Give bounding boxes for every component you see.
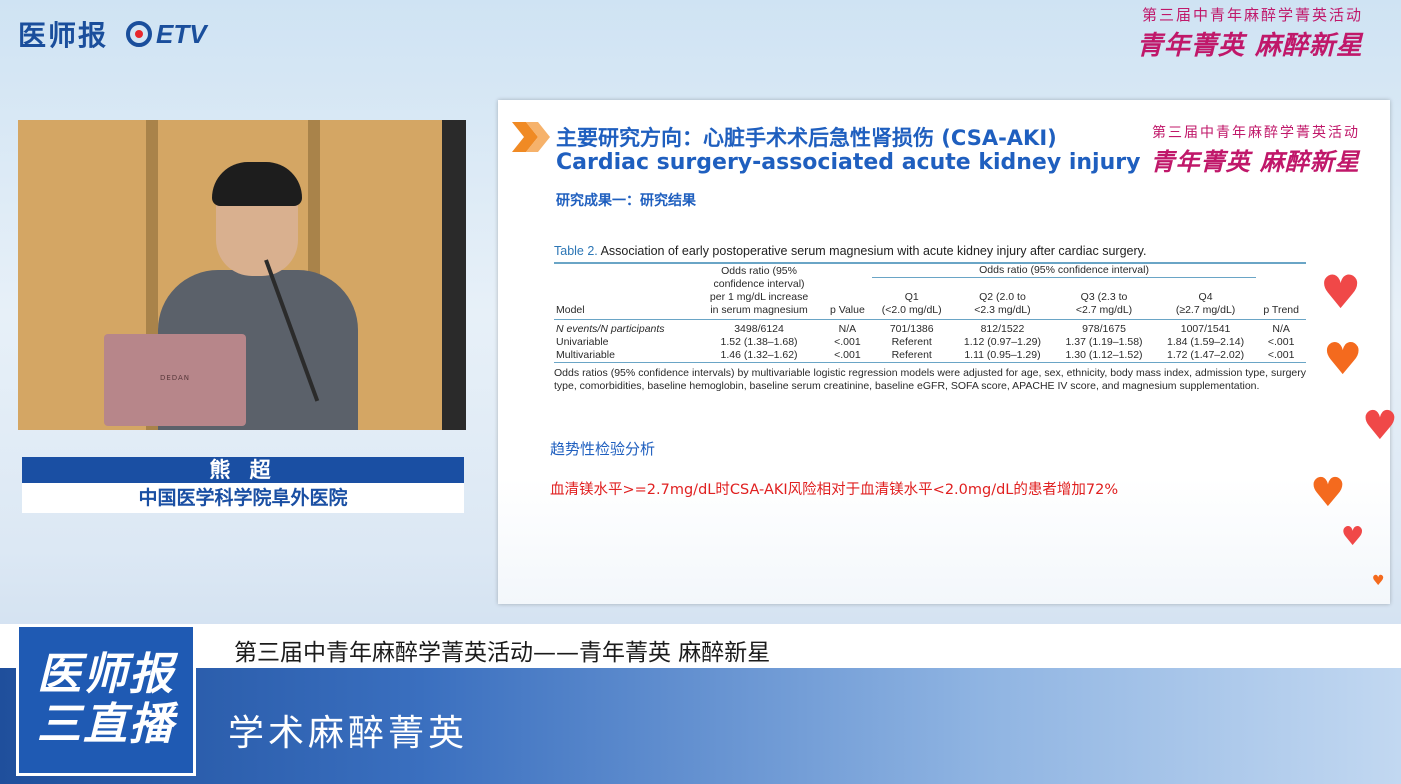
table-cell: 1.72 (1.47–2.02) xyxy=(1167,348,1245,361)
table-cell: Univariable xyxy=(556,335,609,348)
table-cell: <.001 xyxy=(834,335,861,348)
table-cell: <.001 xyxy=(1267,335,1295,348)
table-header-model: Model xyxy=(554,303,695,320)
results-table: Odds ratio (95% Odds ratio (95% confiden… xyxy=(554,262,1306,363)
table-cell: <.001 xyxy=(834,348,861,361)
event-logo: 第三届中青年麻醉学菁英活动 青年菁英 麻醉新星 xyxy=(1137,4,1363,62)
table-header-cell xyxy=(823,263,872,278)
live-broadcast-logo: 医师报 三直播 xyxy=(16,624,196,776)
table-cell: N/A xyxy=(838,322,857,335)
table-header-q1-range: (<2.0 mg/dL) xyxy=(871,303,952,320)
table-caption: Table 2. Association of early postoperat… xyxy=(554,244,1306,258)
table-cell: Referent xyxy=(891,348,932,361)
table-label: Table 2. xyxy=(554,244,598,258)
slide-title-cn: 主要研究方向：心脏手术术后急性肾损伤 (CSA-AKI) xyxy=(556,126,1057,150)
broadcaster-logo: 医师报 ETV xyxy=(18,14,207,54)
table-cell: 3498/6124 xyxy=(734,322,784,335)
heart-icon: ♥ xyxy=(1323,334,1363,385)
table-group-header: Odds ratio (95% confidence interval) xyxy=(871,263,1257,278)
etv-logo-icon xyxy=(126,21,153,47)
table-header-cell: per 1 mg/dL increase xyxy=(709,290,809,303)
table-header-cell xyxy=(554,278,695,291)
trend-analysis-title: 趋势性检验分析 xyxy=(550,440,656,458)
table-header-cell xyxy=(823,291,872,304)
table-cell: <.001 xyxy=(1267,348,1295,361)
slide-event-title-part2: 麻醉新星 xyxy=(1260,148,1360,176)
event-title-part2: 麻醉新星 xyxy=(1254,31,1363,61)
bottom-event-title: 第三届中青年麻醉学菁英活动——青年菁英 麻醉新星 xyxy=(234,640,771,666)
table-header-cell: confidence interval) xyxy=(713,277,805,290)
table-cell: 1.11 (0.95–1.29) xyxy=(964,348,1041,361)
program-title: 学术麻醉菁英 xyxy=(228,713,469,754)
table-header-pvalue: p Value xyxy=(823,303,872,320)
slide-subtitle: 研究成果一：研究结果 xyxy=(556,193,696,209)
table-cell: N/A xyxy=(1272,322,1290,335)
table-header-q2-range: <2.3 mg/dL) xyxy=(951,303,1054,320)
table-header-cell xyxy=(554,263,695,278)
table-header-cell: in serum magnesium xyxy=(695,303,824,320)
heart-icon: ♥ xyxy=(1362,403,1398,449)
laptop: DEDAN xyxy=(104,334,246,426)
results-table-block: Table 2. Association of early postoperat… xyxy=(554,244,1306,393)
yishibao-logo-text: 医师报 xyxy=(18,19,109,52)
table-cell: 1.37 (1.19–1.58) xyxy=(1065,335,1143,348)
logo-line-1: 医师报 xyxy=(37,649,175,700)
table-cell: 1.84 (1.59–2.14) xyxy=(1167,335,1245,348)
table-header-cell xyxy=(554,291,695,304)
table-header-q2: Q2 (2.0 to xyxy=(979,290,1026,303)
speaker-hair xyxy=(212,162,302,206)
table-cell: Referent xyxy=(891,335,932,348)
table-header-q4-range: (≥2.7 mg/dL) xyxy=(1154,303,1257,320)
table-header-q1: Q1 xyxy=(904,290,919,303)
heart-icon: ♥ xyxy=(1341,522,1365,552)
table-cell: 1.52 (1.38–1.68) xyxy=(720,335,798,348)
bottom-program-strip xyxy=(0,668,1401,784)
table-footnote: Odds ratios (95% confidence intervals) b… xyxy=(554,366,1306,392)
heart-icon: ♥ xyxy=(1320,265,1362,319)
table-header-cell xyxy=(1256,263,1306,278)
etv-logo: ETV xyxy=(126,19,207,50)
table-cell: 701/1386 xyxy=(889,322,934,335)
speaker-affiliation: 中国医学科学院阜外医院 xyxy=(22,483,464,513)
slide-event-logo: 第三届中青年麻醉学菁英活动 青年菁英 麻醉新星 xyxy=(1151,122,1360,177)
table-cell: 1.12 (0.97–1.29) xyxy=(963,335,1041,348)
heart-icon: ♥ xyxy=(1372,573,1385,589)
table-caption-text: Association of early postoperative serum… xyxy=(600,244,1147,258)
table-cell: 1007/1541 xyxy=(1180,322,1231,335)
slide-event-title-part1: 青年菁英 xyxy=(1150,148,1251,176)
event-title-small: 第三届中青年麻醉学菁英活动 xyxy=(1141,6,1363,24)
table-cell: 978/1675 xyxy=(1082,322,1126,335)
speaker-video[interactable]: DEDAN xyxy=(18,120,466,430)
conclusion-text: 血清镁水平>=2.7mg/dL时CSA-AKI风险相对于血清镁水平<2.0mg/… xyxy=(550,482,1119,498)
slide-arrow-icon xyxy=(512,122,550,152)
event-title-part1: 青年菁英 xyxy=(1136,31,1245,61)
table-header-q3-range: <2.7 mg/dL) xyxy=(1053,303,1155,320)
table-cell: N events/N participants xyxy=(556,322,665,335)
laptop-brand: DEDAN xyxy=(159,374,191,382)
table-header-cell xyxy=(1256,291,1306,304)
etv-logo-text: ETV xyxy=(156,18,207,49)
slide-event-title-big: 青年菁英 麻醉新星 xyxy=(1151,142,1360,177)
logo-line-2: 三直播 xyxy=(37,699,175,750)
table-row: Multivariable 1.46 (1.32–1.62) <.001 Ref… xyxy=(554,349,1306,363)
event-title-big: 青年菁英 麻醉新星 xyxy=(1137,25,1363,62)
table-cell: 812/1522 xyxy=(980,322,1025,335)
table-header-cell: Odds ratio (95% xyxy=(721,264,797,277)
curtain xyxy=(442,120,466,430)
table-cell: Multivariable xyxy=(556,348,615,361)
table-header-q3: Q3 (2.3 to xyxy=(1080,290,1128,303)
table-row: N events/N participants 3498/6124 N/A 70… xyxy=(554,319,1306,336)
presentation-slide: 主要研究方向：心脏手术术后急性肾损伤 (CSA-AKI) Cardiac sur… xyxy=(498,100,1390,604)
table-row: Univariable 1.52 (1.38–1.68) <.001 Refer… xyxy=(554,336,1306,349)
slide-event-title-small: 第三届中青年麻醉学菁英活动 xyxy=(1152,125,1360,141)
table-header-trend: p Trend xyxy=(1256,303,1306,320)
heart-icon: ♥ xyxy=(1310,470,1346,516)
table-header-cell xyxy=(823,278,1306,291)
speaker-name: 熊 超 xyxy=(22,457,464,483)
slide-title-en: Cardiac surgery-associated acute kidney … xyxy=(556,150,1141,175)
table-header-q4: Q4 xyxy=(1198,290,1213,303)
table-cell: 1.30 (1.12–1.52) xyxy=(1065,348,1143,361)
table-cell: 1.46 (1.32–1.62) xyxy=(720,348,798,361)
